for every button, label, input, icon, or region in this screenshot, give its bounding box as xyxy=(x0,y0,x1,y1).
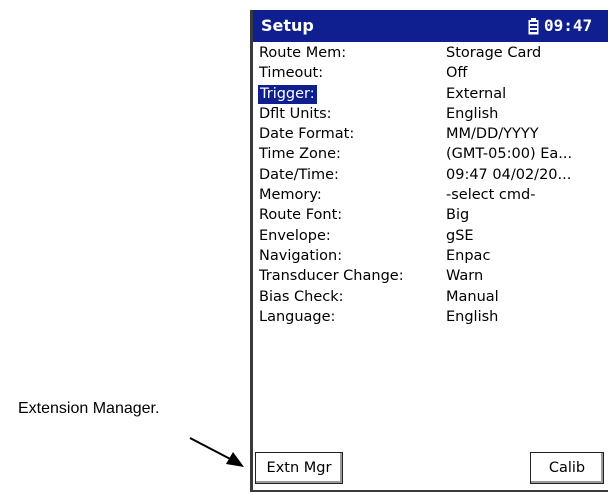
setting-value[interactable]: (GMT-05:00) Ea... xyxy=(446,145,572,164)
setting-value[interactable]: gSE xyxy=(446,227,474,246)
setting-value[interactable]: -select cmd- xyxy=(446,186,535,205)
setting-row-language[interactable]: Language: English xyxy=(253,308,608,328)
setting-value[interactable]: Big xyxy=(446,206,469,225)
setting-value[interactable]: External xyxy=(446,85,506,104)
setting-row-time-zone[interactable]: Time Zone: (GMT-05:00) Ea... xyxy=(253,145,608,165)
setting-value[interactable]: 09:47 04/02/20... xyxy=(446,166,571,185)
clock-time: 09:47 xyxy=(544,16,593,35)
setting-label: Time Zone: xyxy=(259,146,341,163)
setting-value[interactable]: Storage Card xyxy=(446,44,541,63)
setting-label: Date/Time: xyxy=(259,166,339,183)
setting-row-trigger[interactable]: Trigger: External xyxy=(253,84,608,105)
setting-label: Route Font: xyxy=(259,207,343,224)
setting-row-transducer-change[interactable]: Transducer Change: Warn xyxy=(253,267,608,287)
setting-label: Timeout: xyxy=(259,65,324,82)
setting-value[interactable]: Warn xyxy=(446,267,483,286)
setting-row-memory[interactable]: Memory: -select cmd- xyxy=(253,186,608,206)
setting-row-envelope[interactable]: Envelope: gSE xyxy=(253,227,608,247)
setting-value[interactable]: MM/DD/YYYY xyxy=(446,125,539,144)
setting-label-selected: Trigger: xyxy=(258,84,317,104)
setting-value[interactable]: Enpac xyxy=(446,247,490,266)
setting-row-route-mem[interactable]: Route Mem: Storage Card xyxy=(253,44,608,64)
settings-list: Route Mem: Storage Card Timeout: Off Tri… xyxy=(253,44,608,328)
setting-row-timeout[interactable]: Timeout: Off xyxy=(253,64,608,84)
setting-value[interactable]: Manual xyxy=(446,288,499,307)
setting-value[interactable]: English xyxy=(446,105,498,124)
setting-row-date-time[interactable]: Date/Time: 09:47 04/02/20... xyxy=(253,166,608,186)
setting-label: Route Mem: xyxy=(259,45,347,61)
setting-row-navigation[interactable]: Navigation: Enpac xyxy=(253,247,608,267)
setting-label: Navigation: xyxy=(259,247,343,264)
screen-title: Setup xyxy=(261,16,314,35)
setting-label: Date Format: xyxy=(259,126,355,143)
calib-button[interactable]: Calib xyxy=(530,452,604,484)
setting-label: Transducer Change: xyxy=(259,268,404,285)
battery-icon xyxy=(528,18,539,35)
setting-label: Language: xyxy=(259,308,336,325)
setting-label: Bias Check: xyxy=(259,288,344,305)
setting-label: Memory: xyxy=(259,187,322,204)
extn-mgr-button[interactable]: Extn Mgr xyxy=(255,452,343,484)
title-bar: Setup 09:47 xyxy=(253,10,608,42)
device-screen: Setup 09:47 Route Mem: Storage Card Time… xyxy=(250,10,608,492)
setting-row-bias-check[interactable]: Bias Check: Manual xyxy=(253,288,608,308)
setting-label: Envelope: xyxy=(259,227,331,244)
setting-row-date-format[interactable]: Date Format: MM/DD/YYYY xyxy=(253,125,608,145)
setting-label: Dflt Units: xyxy=(259,105,332,122)
setting-row-dflt-units[interactable]: Dflt Units: English xyxy=(253,105,608,125)
setting-value[interactable]: English xyxy=(446,308,498,327)
setting-value[interactable]: Off xyxy=(446,64,467,83)
setting-row-route-font[interactable]: Route Font: Big xyxy=(253,206,608,226)
